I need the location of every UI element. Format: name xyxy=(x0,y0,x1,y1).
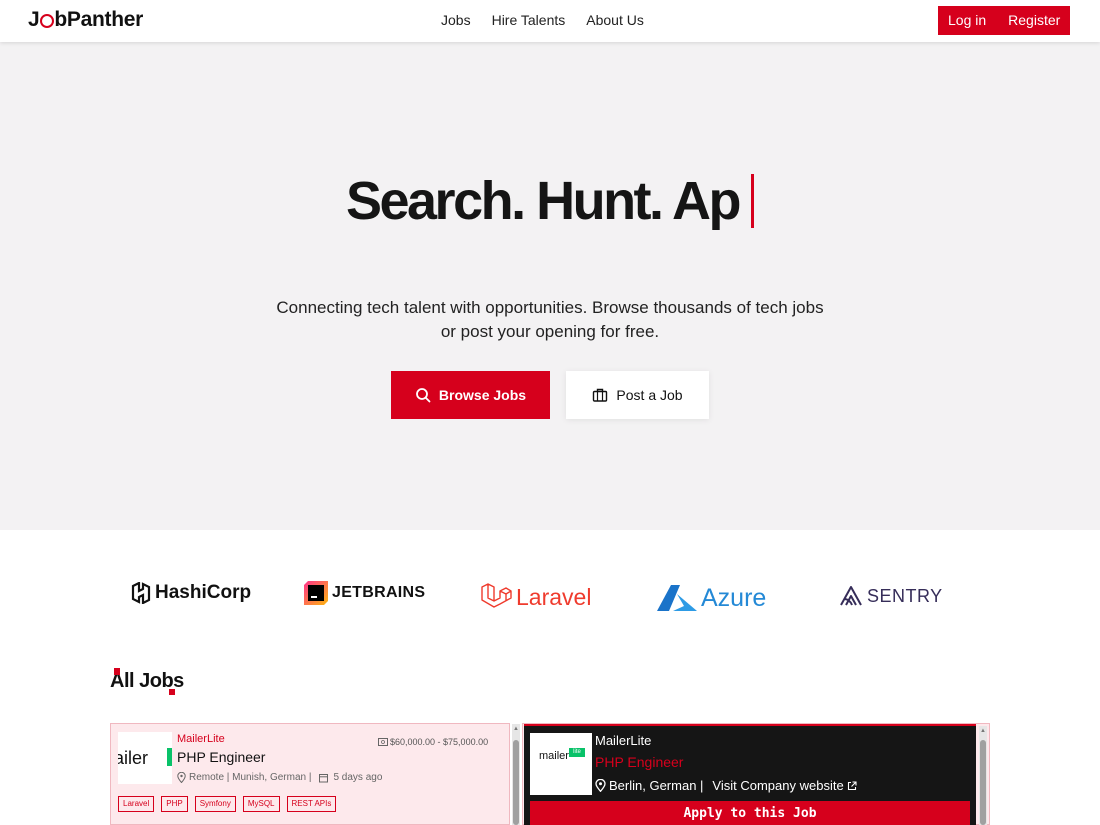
job-list-scroll-thumb[interactable] xyxy=(513,740,519,825)
search-icon xyxy=(416,388,431,403)
calendar-icon xyxy=(319,773,329,782)
job-meta: Remote | Munish, German | 5 days ago xyxy=(177,772,382,783)
job-tags: Laravel PHP Symfony MySQL REST APIs xyxy=(118,796,337,812)
title-accent-bottom xyxy=(169,689,175,695)
job-title: PHP Engineer xyxy=(177,749,266,765)
job-detail-scroll-thumb[interactable] xyxy=(980,740,986,825)
location-pin-icon xyxy=(177,772,186,783)
company-logo: ailer xyxy=(118,732,172,784)
money-icon xyxy=(378,738,388,746)
company-website-link[interactable]: Visit Company website xyxy=(712,778,843,793)
jetbrains-icon xyxy=(304,581,328,605)
job-tag[interactable]: Symfony xyxy=(194,796,236,812)
typing-cursor xyxy=(751,173,755,228)
scroll-up-icon[interactable]: ▲ xyxy=(979,728,987,734)
register-button[interactable]: Register xyxy=(998,6,1070,35)
detail-company: MailerLite xyxy=(595,733,652,748)
top-navbar: JbPanther Jobs Hire Talents About Us Log… xyxy=(0,0,1100,42)
external-link-icon xyxy=(847,780,857,790)
post-job-button[interactable]: Post a Job xyxy=(566,371,709,419)
jetbrains-logo: JETBRAINS xyxy=(304,581,425,605)
job-tag[interactable]: MySQL xyxy=(242,796,280,812)
browse-jobs-button[interactable]: Browse Jobs xyxy=(391,371,550,419)
site-logo[interactable]: JbPanther xyxy=(28,8,143,32)
detail-company-logo: mailer lite xyxy=(530,733,592,795)
hashicorp-logo: HashiCorp xyxy=(131,582,251,604)
laravel-logo: Laravel xyxy=(480,581,591,613)
job-list-panel: ailer MailerLite PHP Engineer $60,000.00… xyxy=(110,723,510,825)
hero-section: Search. Hunt. Ap Connecting tech talent … xyxy=(0,42,1100,530)
hashicorp-icon xyxy=(131,582,151,604)
hero-title: Search. Hunt. Ap xyxy=(0,170,1100,232)
job-tag[interactable]: PHP xyxy=(161,796,188,812)
apply-button[interactable]: Apply to this Job xyxy=(530,801,970,825)
logo-badge xyxy=(167,748,172,766)
sentry-logo: SENTRY xyxy=(839,585,943,607)
detail-job-title: PHP Engineer xyxy=(595,754,684,770)
logo-o-icon xyxy=(39,14,54,28)
laravel-icon xyxy=(481,583,512,608)
auth-buttons: Log in Register xyxy=(938,6,1071,35)
briefcase-icon xyxy=(593,388,608,402)
job-detail-scrollbar[interactable]: ▲ xyxy=(979,726,987,825)
nav-link-hire-talents[interactable]: Hire Talents xyxy=(492,12,566,28)
job-company: MailerLite xyxy=(177,733,225,745)
title-accent-top xyxy=(114,668,120,675)
hero-subtitle: Connecting tech talent with opportunitie… xyxy=(276,298,824,341)
azure-icon xyxy=(657,585,697,611)
job-list-scrollbar[interactable]: ▲ xyxy=(512,724,520,825)
azure-logo: Azure xyxy=(657,583,766,613)
nav-link-jobs[interactable]: Jobs xyxy=(441,12,471,28)
scroll-up-icon[interactable]: ▲ xyxy=(512,726,520,732)
sentry-icon xyxy=(840,586,862,606)
job-tag[interactable]: Laravel xyxy=(118,796,155,812)
nav-links: Jobs Hire Talents About Us xyxy=(441,12,644,28)
detail-meta: Berlin, German | Visit Company website xyxy=(595,778,857,793)
job-tag[interactable]: REST APIs xyxy=(286,796,337,812)
login-button[interactable]: Log in xyxy=(938,6,998,35)
location-pin-icon xyxy=(595,779,606,792)
job-salary: $60,000.00 - $75,000.00 xyxy=(378,737,488,747)
job-detail-panel: mailer lite MailerLite PHP Engineer Berli… xyxy=(524,724,976,825)
nav-link-about-us[interactable]: About Us xyxy=(586,12,644,28)
